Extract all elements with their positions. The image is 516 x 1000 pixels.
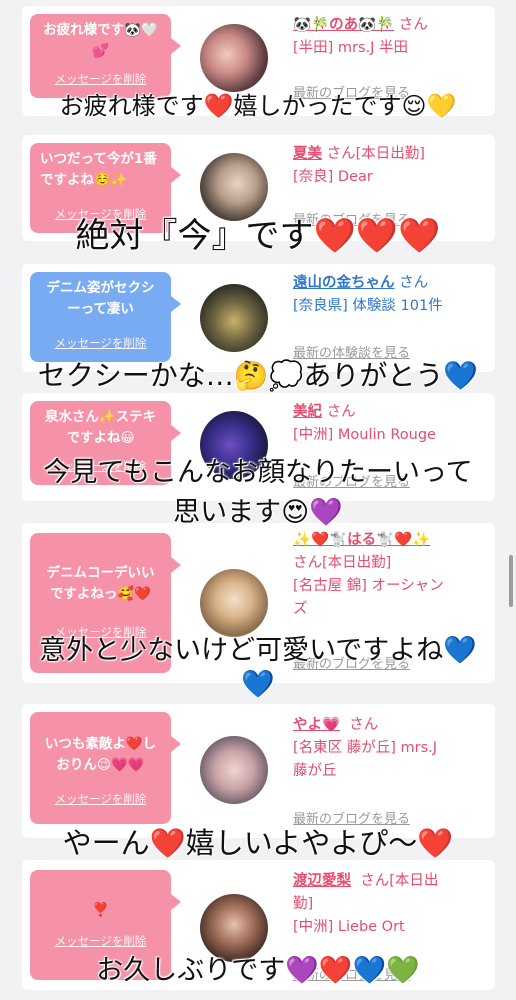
profile-name[interactable]: 遠山の金ちゃん (293, 275, 395, 291)
scrollbar[interactable] (509, 555, 513, 607)
message-card: いつも素敵よ❤️しおりん😉💗💗 メッセージを削除 やよ💗 さん [名東区 藤が丘… (22, 704, 495, 838)
honorific: さん[本日出勤] (293, 555, 392, 571)
honorific: さん (399, 275, 429, 291)
profile-info: 遠山の金ちゃん さん [奈良県] 体験談 101件 (293, 272, 493, 318)
overlay-caption: 絶対『今』です❤️❤️❤️ (75, 216, 441, 256)
honorific: さん (349, 717, 379, 733)
avatar[interactable] (200, 569, 268, 637)
honorific-cont: 勤] (293, 896, 314, 912)
shop-info: [名東区 藤が丘] mrs.J (293, 740, 438, 756)
profile-info: 🐼🎋のあ🐼🎋 さん [半田] mrs.J 半田 (293, 14, 493, 60)
avatar[interactable] (200, 736, 268, 804)
message-text: デニムコーデいいですよねっ🥰❤️ (46, 565, 155, 602)
shop-info-cont: ズ (293, 601, 308, 617)
message-bubble[interactable]: いつも素敵よ❤️しおりん😉💗💗 メッセージを削除 (30, 712, 181, 824)
honorific: さん[本日出勤] (326, 146, 425, 162)
profile-name[interactable]: 夏美 (293, 146, 322, 162)
honorific: さん (326, 404, 356, 420)
overlay-caption: 今見てもこんなお顔なりたーいって (43, 457, 473, 488)
shop-info: [奈良] Dear (293, 169, 373, 185)
profile-name[interactable]: 🐼🎋のあ🐼🎋 (293, 17, 394, 33)
delete-message-link[interactable]: メッセージを削除 (30, 789, 171, 810)
message-text: お疲れ様です🐼🤍💕 (43, 22, 158, 59)
shop-info: [奈良県] 体験談 101件 (293, 298, 443, 314)
shop-info: [半田] mrs.J 半田 (293, 40, 409, 56)
honorific: さん[本日出 (360, 873, 439, 889)
overlay-caption: 💙 (241, 669, 275, 700)
avatar[interactable] (200, 284, 268, 352)
message-text: いつも素敵よ❤️しおりん😉💗💗 (44, 736, 157, 773)
profile-info: 渡辺愛梨 さん[本日出 勤] [中洲] Liebe Ort (293, 870, 493, 939)
honorific: さん (398, 17, 428, 33)
message-text: ❣️ (92, 902, 109, 918)
profile-name[interactable]: 美紀 (293, 404, 322, 420)
message-text: デニム姿がセクシーって凄い (46, 280, 155, 317)
overlay-caption: 思います😍💜 (173, 497, 343, 528)
profile-info: ✨❤️🐩はる🐩❤️✨ さん[本日出勤] [名古屋 錦] オーシャン ズ (293, 529, 493, 621)
profile-name[interactable]: 渡辺愛梨 (293, 873, 351, 889)
profile-info: 美紀 さん [中洲] Moulin Rouge (293, 401, 493, 447)
shop-info-cont: 藤が丘 (293, 763, 337, 779)
profile-info: 夏美 さん[本日出勤] [奈良] Dear (293, 143, 493, 189)
shop-info: [中洲] Moulin Rouge (293, 427, 436, 443)
overlay-caption: お久しぶりです💜❤️💙💚 (96, 955, 420, 986)
shop-info: [中洲] Liebe Ort (293, 919, 405, 935)
avatar[interactable] (200, 24, 268, 92)
overlay-caption: やーん❤️嬉しいよやよぴ〜❤️ (62, 826, 454, 860)
message-text: 泉水さん✨ステキですよね😀 (44, 409, 157, 446)
overlay-caption: 意外と少ないけど可愛いですよね💙 (39, 635, 477, 666)
message-bubble[interactable]: デニム姿がセクシーって凄い メッセージを削除 (30, 272, 181, 362)
message-text: いつだって今が1番ですよね☺️✨ (40, 151, 157, 188)
delete-message-link[interactable]: メッセージを削除 (30, 333, 171, 354)
shop-info: [名古屋 錦] オーシャン (293, 578, 444, 594)
profile-name[interactable]: やよ💗 (293, 717, 340, 733)
overlay-caption: お疲れ様です❤️嬉しかったです😌💛 (59, 92, 457, 120)
profile-name[interactable]: ✨❤️🐩はる🐩❤️✨ (293, 532, 430, 548)
overlay-caption: セクシーかな…🤔💭ありがとう💙 (37, 359, 479, 392)
profile-info: やよ💗 さん [名東区 藤が丘] mrs.J 藤が丘 (293, 714, 493, 783)
